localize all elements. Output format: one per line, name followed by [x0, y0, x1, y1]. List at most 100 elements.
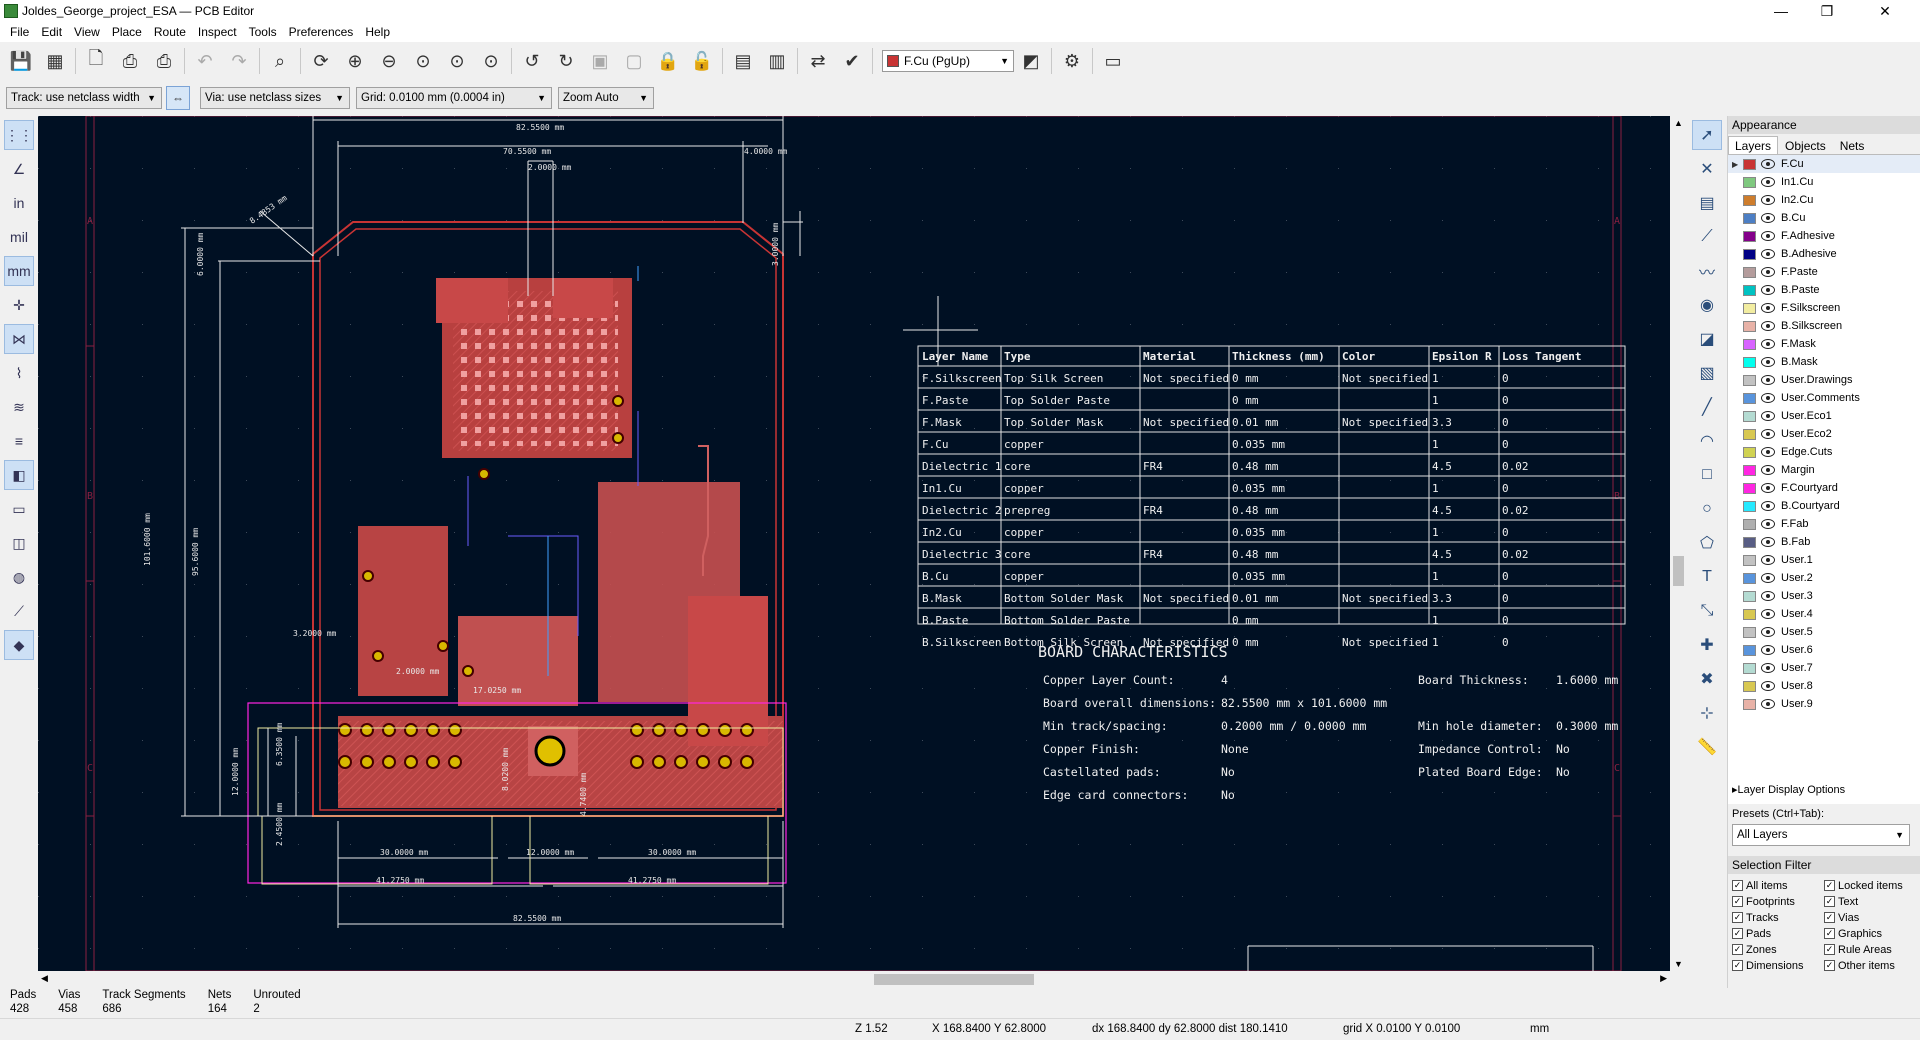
layer-row[interactable]: F.Courtyard — [1728, 479, 1920, 497]
layer-color-swatch[interactable] — [1743, 392, 1756, 404]
layer-row[interactable]: User.Eco2 — [1728, 425, 1920, 443]
eye-icon[interactable] — [1761, 375, 1775, 385]
rotate-cw-icon[interactable]: ↻ — [551, 46, 581, 76]
layer-color-swatch[interactable] — [1743, 500, 1756, 512]
eye-icon[interactable] — [1761, 177, 1775, 187]
scroll-down-icon[interactable]: ▼ — [1674, 959, 1683, 969]
layer-row[interactable]: B.Silkscreen — [1728, 317, 1920, 335]
zone-fill-icon[interactable]: ◧ — [4, 460, 34, 490]
eye-icon[interactable] — [1761, 573, 1775, 583]
eye-icon[interactable] — [1761, 537, 1775, 547]
selection-filter-checkbox[interactable]: ✓ Other items — [1824, 958, 1916, 973]
eye-icon[interactable] — [1761, 609, 1775, 619]
eye-icon[interactable] — [1761, 303, 1775, 313]
eye-icon[interactable] — [1761, 285, 1775, 295]
layer-color-swatch[interactable] — [1743, 176, 1756, 188]
layer-row[interactable]: ▶ F.Cu — [1728, 155, 1920, 173]
units-inch-button[interactable]: in — [4, 188, 34, 218]
rotate-ccw-icon[interactable]: ↺ — [517, 46, 547, 76]
zoom-out-icon[interactable]: ⊖ — [374, 46, 404, 76]
undo-icon[interactable]: ↶ — [190, 46, 220, 76]
layer-row[interactable]: Edge.Cuts — [1728, 443, 1920, 461]
layer-color-swatch[interactable] — [1743, 374, 1756, 386]
layer-row[interactable]: B.Fab — [1728, 533, 1920, 551]
eye-icon[interactable] — [1761, 213, 1775, 223]
eye-icon[interactable] — [1761, 501, 1775, 511]
layer-row[interactable]: User.7 — [1728, 659, 1920, 677]
draw-rectangle-icon[interactable]: □ — [1692, 460, 1722, 490]
eye-icon[interactable] — [1761, 681, 1775, 691]
layer-row[interactable]: User.3 — [1728, 587, 1920, 605]
eye-icon[interactable] — [1761, 357, 1775, 367]
find-icon[interactable]: ⌕ — [265, 46, 295, 76]
eye-icon[interactable] — [1761, 267, 1775, 277]
selection-filter-checkbox[interactable]: ✓ Pads — [1732, 926, 1824, 941]
layer-color-swatch[interactable] — [1743, 266, 1756, 278]
layer-color-swatch[interactable] — [1743, 644, 1756, 656]
layer-row[interactable]: User.Comments — [1728, 389, 1920, 407]
zoom-select[interactable]: Zoom Auto ▼ — [558, 87, 654, 109]
grid-select[interactable]: Grid: 0.0100 mm (0.0004 in) ▼ — [356, 87, 552, 109]
save-icon[interactable]: 💾 — [6, 46, 36, 76]
select-tool-icon[interactable]: ➚ — [1692, 120, 1722, 150]
netlist-update-icon[interactable]: ⇄ — [803, 46, 833, 76]
refresh-icon[interactable]: ⟳ — [306, 46, 336, 76]
tab-objects[interactable]: Objects — [1778, 136, 1833, 154]
layer-color-swatch[interactable] — [1743, 482, 1756, 494]
layer-row[interactable]: F.Fab — [1728, 515, 1920, 533]
horizontal-scroll-thumb[interactable] — [874, 974, 1034, 985]
curved-ratsnest-icon[interactable]: ⌇ — [4, 358, 34, 388]
eye-icon[interactable] — [1761, 555, 1775, 565]
layer-color-swatch[interactable] — [1743, 194, 1756, 206]
layer-row[interactable]: User.4 — [1728, 605, 1920, 623]
layer-color-swatch[interactable] — [1743, 518, 1756, 530]
eye-icon[interactable] — [1761, 195, 1775, 205]
eye-icon[interactable] — [1761, 429, 1775, 439]
layer-color-swatch[interactable] — [1743, 284, 1756, 296]
eye-icon[interactable] — [1761, 321, 1775, 331]
layer-row[interactable]: In1.Cu — [1728, 173, 1920, 191]
zoom-objects-icon[interactable]: ⊙ — [442, 46, 472, 76]
polar-coords-icon[interactable]: ∠ — [4, 154, 34, 184]
layer-color-swatch[interactable] — [1743, 212, 1756, 224]
layer-color-swatch[interactable] — [1743, 572, 1756, 584]
menu-place[interactable]: Place — [106, 25, 148, 39]
layer-row[interactable]: User.Eco1 — [1728, 407, 1920, 425]
layer-row[interactable]: User.8 — [1728, 677, 1920, 695]
vertical-scroll-thumb[interactable] — [1673, 556, 1684, 586]
selection-filter-checkbox[interactable]: ✓ Vias — [1824, 910, 1916, 925]
menu-route[interactable]: Route — [148, 25, 192, 39]
draw-line-icon[interactable]: ╱ — [1692, 392, 1722, 422]
selection-filter-checkbox[interactable]: ✓ Text — [1824, 894, 1916, 909]
eye-icon[interactable] — [1761, 519, 1775, 529]
layer-row[interactable]: User.1 — [1728, 551, 1920, 569]
layer-pair-icon[interactable]: ◩ — [1016, 46, 1046, 76]
eye-icon[interactable] — [1761, 447, 1775, 457]
drc-icon[interactable]: ✔ — [837, 46, 867, 76]
layer-color-swatch[interactable] — [1743, 464, 1756, 476]
layer-color-swatch[interactable] — [1743, 248, 1756, 260]
layer-color-swatch[interactable] — [1743, 608, 1756, 620]
unlock-icon[interactable]: 🔓 — [687, 46, 717, 76]
footprint-browser-icon[interactable]: ▥ — [762, 46, 792, 76]
eye-icon[interactable] — [1761, 699, 1775, 709]
add-rule-area-icon[interactable]: ▧ — [1692, 358, 1722, 388]
tune-length-icon[interactable]: 〰 — [1692, 256, 1722, 286]
menu-file[interactable]: File — [4, 25, 35, 39]
zoom-selection-icon[interactable]: ⊙ — [476, 46, 506, 76]
zone-outline-icon[interactable]: ▭ — [4, 494, 34, 524]
pad-sketch-icon[interactable]: ◫ — [4, 528, 34, 558]
draw-circle-icon[interactable]: ○ — [1692, 494, 1722, 524]
via-sketch-icon[interactable]: ◍ — [4, 562, 34, 592]
tab-layers[interactable]: Layers — [1728, 136, 1779, 154]
layer-color-swatch[interactable] — [1743, 302, 1756, 314]
layer-row[interactable]: User.Drawings — [1728, 371, 1920, 389]
redo-icon[interactable]: ↷ — [224, 46, 254, 76]
eye-icon[interactable] — [1761, 393, 1775, 403]
add-footprint-icon[interactable]: ▤ — [1692, 188, 1722, 218]
eye-icon[interactable] — [1761, 231, 1775, 241]
menu-help[interactable]: Help — [359, 25, 396, 39]
via-size-select[interactable]: Via: use netclass sizes ▼ — [200, 87, 350, 109]
presets-select[interactable]: All Layers ▼ — [1732, 824, 1910, 846]
horizontal-scrollbar[interactable]: ◀ ▶ — [38, 971, 1670, 988]
